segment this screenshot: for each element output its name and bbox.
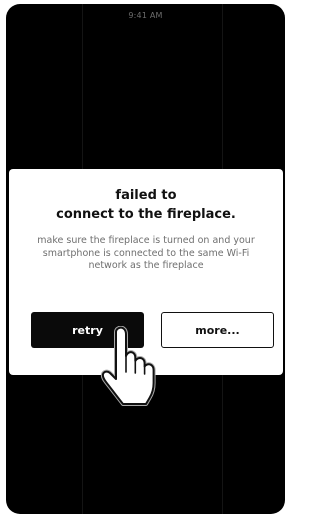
screen: 9:41 AM failed to connect to the firepla… [0,0,291,518]
dialog-title: failed to connect to the fireplace. [9,186,283,224]
status-bar-time: 9:41 AM [128,11,163,20]
dialog-message: make sure the fireplace is turned on and… [37,235,255,271]
more-button[interactable]: more... [161,312,274,348]
hand-pointer-icon [100,326,156,406]
dialog-title-line1: failed to [115,188,177,203]
dialog-title-line2: connect to the fireplace. [56,207,236,222]
